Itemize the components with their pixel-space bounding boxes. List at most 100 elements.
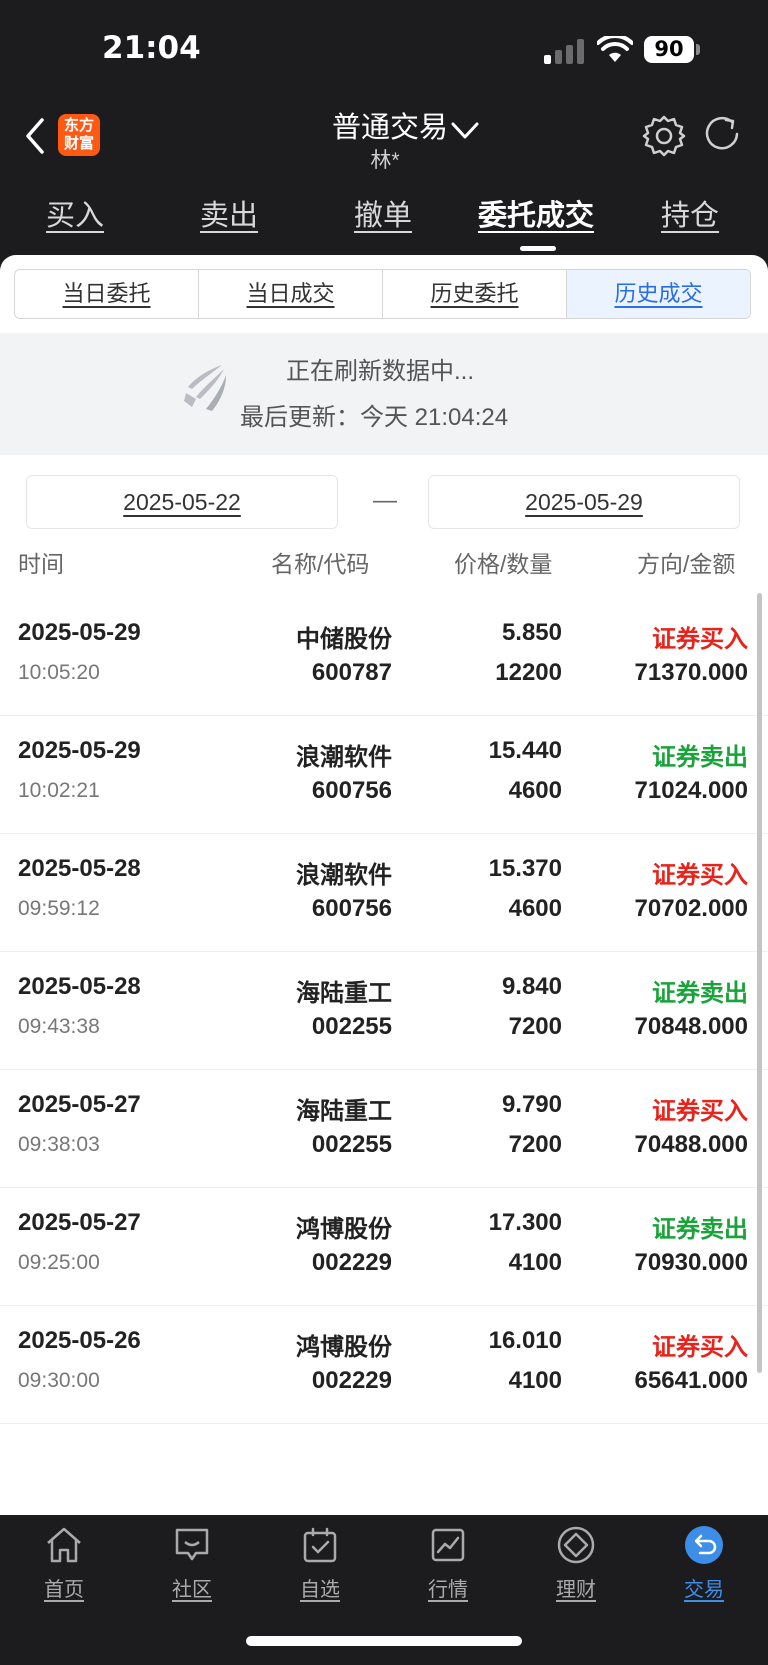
trade-amount: 71370.000 bbox=[634, 659, 748, 686]
trade-price: 16.010 bbox=[488, 1327, 562, 1354]
wealth-icon bbox=[557, 1526, 595, 1564]
refresh-status: 正在刷新数据中... bbox=[286, 358, 475, 385]
gear-icon[interactable] bbox=[642, 114, 686, 158]
trade-quantity: 4600 bbox=[508, 777, 562, 804]
back-arrow-icon[interactable] bbox=[22, 116, 48, 156]
trade-date: 2025-05-29 bbox=[18, 619, 141, 646]
trade-row[interactable]: 2025-05-26 09:30:00 鸿博股份 002229 16.010 4100 证券… bbox=[0, 1299, 768, 1424]
subtab-today-orders[interactable]: 当日委托 bbox=[15, 270, 199, 318]
trade-price: 9.790 bbox=[501, 1091, 562, 1118]
trade-quantity: 12200 bbox=[495, 659, 562, 686]
tab-positions[interactable]: 持仓 bbox=[661, 192, 719, 234]
wifi-icon bbox=[597, 36, 633, 62]
stock-code: 600787 bbox=[311, 659, 392, 686]
nav-watchlist[interactable]: 自选 bbox=[280, 1525, 360, 1602]
trade-quantity: 4100 bbox=[508, 1249, 562, 1276]
trade-time: 10:05:20 bbox=[18, 661, 100, 684]
logo-line: 东方 bbox=[63, 117, 94, 134]
stock-code: 600756 bbox=[311, 777, 392, 804]
trade-direction: 证券买入 bbox=[652, 1098, 748, 1125]
main-panel: 当日委托 当日成交 历史委托 历史成交 正在刷新数据中... 最后更新：今天 2… bbox=[0, 255, 768, 1515]
account-name: 林* bbox=[370, 149, 400, 172]
feather-logo-icon bbox=[184, 365, 226, 411]
trade-amount: 70488.000 bbox=[634, 1131, 748, 1158]
battery-indicator: 90 bbox=[644, 36, 694, 63]
trade-time: 10:02:21 bbox=[18, 779, 100, 802]
trade-quantity: 7200 bbox=[508, 1131, 562, 1158]
stock-name: 中储股份 bbox=[296, 626, 392, 653]
trade-direction: 证券卖出 bbox=[652, 980, 748, 1007]
scrollbar[interactable] bbox=[757, 593, 762, 1373]
trade-amount: 70930.000 bbox=[634, 1249, 748, 1276]
trade-amount: 71024.000 bbox=[634, 777, 748, 804]
chevron-down-icon[interactable] bbox=[450, 120, 480, 142]
trade-date: 2025-05-28 bbox=[18, 973, 141, 1000]
column-header-name-code: 名称/代码 bbox=[271, 551, 370, 577]
stock-name: 鸿博股份 bbox=[296, 1334, 392, 1361]
tab-buy[interactable]: 买入 bbox=[46, 192, 104, 234]
market-icon bbox=[431, 1528, 465, 1562]
trade-row[interactable]: 2025-05-27 09:25:00 鸿博股份 002229 17.300 4100 证券… bbox=[0, 1181, 768, 1306]
stock-code: 002229 bbox=[311, 1367, 392, 1394]
tab-orders-trades[interactable]: 委托成交 bbox=[478, 192, 594, 234]
stock-code: 002255 bbox=[311, 1013, 392, 1040]
refresh-banner: 正在刷新数据中... 最后更新：今天 21:04:24 bbox=[0, 333, 768, 455]
trade-price: 17.300 bbox=[488, 1209, 562, 1236]
stock-code: 600756 bbox=[311, 895, 392, 922]
subtab-history-trades[interactable]: 历史成交 bbox=[567, 270, 750, 318]
stock-name: 海陆重工 bbox=[296, 1098, 392, 1125]
date-separator: — bbox=[373, 487, 397, 514]
logo-line: 财富 bbox=[63, 135, 94, 152]
tab-cancel[interactable]: 撤单 bbox=[354, 192, 412, 234]
community-icon bbox=[175, 1528, 209, 1561]
tab-sell[interactable]: 卖出 bbox=[200, 192, 258, 234]
nav-label: 首页 bbox=[44, 1579, 84, 1601]
trade-amount: 70702.000 bbox=[634, 895, 748, 922]
trade-amount: 65641.000 bbox=[634, 1367, 748, 1394]
trade-time: 09:43:38 bbox=[18, 1015, 100, 1038]
trade-time: 09:59:12 bbox=[18, 897, 100, 920]
trade-direction: 证券买入 bbox=[652, 626, 748, 653]
nav-label: 社区 bbox=[172, 1579, 212, 1601]
nav-wealth[interactable]: 理财 bbox=[536, 1525, 616, 1602]
trade-amount: 70848.000 bbox=[634, 1013, 748, 1040]
stock-code: 002229 bbox=[311, 1249, 392, 1276]
active-tab-indicator bbox=[520, 246, 556, 251]
trade-row[interactable]: 2025-05-29 10:05:20 中储股份 600787 5.850 12200 证券… bbox=[0, 591, 768, 716]
trade-row[interactable]: 2025-05-29 10:02:21 浪潮软件 600756 15.440 4600 证券… bbox=[0, 709, 768, 834]
column-header-direction-amount: 方向/金额 bbox=[637, 551, 736, 577]
stock-name: 浪潮软件 bbox=[296, 862, 392, 889]
end-date-picker[interactable]: 2025-05-29 bbox=[428, 475, 740, 529]
trade-direction: 证券买入 bbox=[652, 1334, 748, 1361]
last-update-text: 最后更新：今天 21:04:24 bbox=[240, 404, 509, 431]
nav-label: 行情 bbox=[428, 1579, 468, 1601]
trade-time: 09:30:00 bbox=[18, 1369, 100, 1392]
column-header-price-qty: 价格/数量 bbox=[454, 551, 553, 577]
nav-community[interactable]: 社区 bbox=[152, 1525, 232, 1602]
trade-date: 2025-05-27 bbox=[18, 1091, 141, 1118]
nav-label: 自选 bbox=[300, 1579, 340, 1601]
app-header: 东方 财富 普通交易 林* 买入 卖出 撤单 委托成交 持仓 bbox=[0, 100, 768, 255]
sub-tabs: 当日委托 当日成交 历史委托 历史成交 bbox=[14, 269, 751, 319]
start-date-picker[interactable]: 2025-05-22 bbox=[26, 475, 338, 529]
trade-price: 15.440 bbox=[488, 737, 562, 764]
nav-trade[interactable]: 交易 bbox=[664, 1525, 744, 1602]
signal-icon bbox=[544, 38, 588, 64]
trade-direction: 证券买入 bbox=[652, 862, 748, 889]
trade-row[interactable]: 2025-05-28 09:43:38 海陆重工 002255 9.840 7200 证券卖… bbox=[0, 945, 768, 1070]
stock-name: 浪潮软件 bbox=[296, 744, 392, 771]
battery-tip bbox=[696, 44, 700, 55]
trade-date: 2025-05-26 bbox=[18, 1327, 141, 1354]
trade-row[interactable]: 2025-05-28 09:59:12 浪潮软件 600756 15.370 4600 证券… bbox=[0, 827, 768, 952]
page-title: 普通交易 bbox=[331, 112, 448, 144]
home-indicator[interactable] bbox=[246, 1636, 522, 1646]
refresh-icon[interactable] bbox=[702, 114, 742, 154]
nav-home[interactable]: 首页 bbox=[24, 1525, 104, 1602]
trade-row[interactable]: 2025-05-27 09:38:03 海陆重工 002255 9.790 7200 证券买… bbox=[0, 1063, 768, 1188]
nav-market[interactable]: 行情 bbox=[408, 1525, 488, 1602]
stock-code: 002255 bbox=[311, 1131, 392, 1158]
subtab-history-orders[interactable]: 历史委托 bbox=[383, 270, 567, 318]
home-icon bbox=[47, 1527, 81, 1563]
subtab-today-trades[interactable]: 当日成交 bbox=[199, 270, 383, 318]
trade-price: 15.370 bbox=[488, 855, 562, 882]
